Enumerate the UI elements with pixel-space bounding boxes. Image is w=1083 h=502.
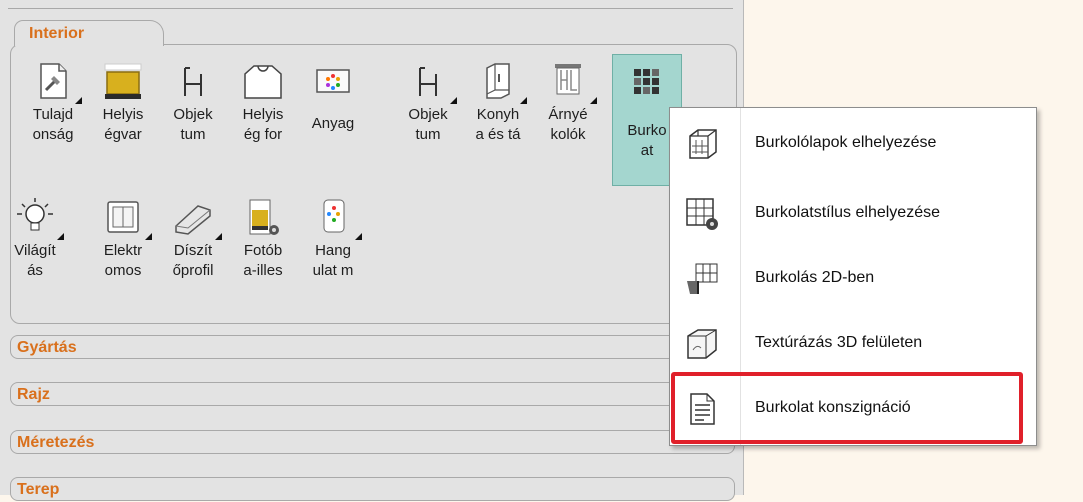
menu-item-tiling-2d[interactable]: Burkolás 2D-ben [670,248,1036,308]
tool-label: Helyis égvar [102,106,144,143]
molding-profile-icon [172,196,222,240]
tool-room-shape[interactable]: Helyis ég for [228,54,298,144]
tile-style-gear-icon [684,196,720,232]
tool-material[interactable]: Anyag [298,54,368,144]
section-terep[interactable]: Terep [10,477,735,501]
panel-top-border [8,0,733,9]
electric-switch-icon [102,196,152,240]
kitchen-cabinet-icon [477,60,527,104]
tool-room-wall[interactable]: Helyis égvar [88,54,158,144]
menu-item-label: Burkolás 2D-ben [755,269,875,286]
window-shade-icon [547,60,597,104]
tool-electric[interactable]: Elektr omos [88,190,158,280]
tool-object[interactable]: Objek tum [158,54,228,144]
chair-object-icon [172,60,214,102]
tool-mood[interactable]: Hang ulat m [298,190,368,280]
photo-fit-icon [242,196,284,238]
mood-icon [312,196,362,240]
room-wall-icon [102,60,144,102]
menu-item-label: Burkolatstílus elhelyezése [755,204,940,221]
tool-shading[interactable]: Árnyé kolók [533,54,603,144]
properties-icon [32,60,82,104]
menu-item-label: Burkolólapok elhelyezése [755,134,937,151]
tool-label: Helyis ég for [242,106,284,143]
tool-label: Hang ulat m [312,242,354,279]
section-rajz[interactable]: Rajz [10,382,735,406]
tool-kitchen[interactable]: Konyh a és tá [463,54,533,144]
tool-lighting[interactable]: Világít ás [0,190,70,280]
room-shape-icon [242,60,284,102]
tool-label: Díszít őprofil [172,242,214,279]
tool-label: Tulajd onság [32,106,74,143]
tool-label: Anyag [311,115,355,132]
tool-label: Világít ás [14,242,56,279]
tab-interior[interactable]: Interior [14,20,164,46]
menu-item-texture-3d[interactable]: Textúrázás 3D felületen [670,313,1036,373]
texture-3d-icon [684,326,720,362]
tool-photo-fit[interactable]: Fotób a-illes [228,190,298,280]
tool-panel: Interior Tulajd onság Helyis égvar Objek… [0,0,744,501]
tool-label: Objek tum [173,106,213,143]
tile-grid-icon [626,61,668,103]
tool-label: Fotób a-illes [243,242,283,279]
light-bulb-icon [14,196,64,240]
tile-cube-icon [684,126,720,162]
material-icon [312,60,354,102]
menu-item-place-tiles[interactable]: Burkolólapok elhelyezése [670,113,1036,173]
menu-item-place-tile-style[interactable]: Burkolatstílus elhelyezése [670,183,1036,243]
menu-item-label: Textúrázás 3D felületen [755,334,923,351]
tool-label: Burko at [627,122,667,159]
tile-2d-icon [684,261,720,297]
tool-molding[interactable]: Díszít őprofil [158,190,228,280]
section-gyartas[interactable]: Gyártás [10,335,735,359]
tool-label: Objek tum [408,106,448,143]
tool-label: Konyh a és tá [475,106,521,143]
tool-label: Árnyé kolók [548,106,588,143]
tool-label: Elektr omos [103,242,143,279]
chair-object-icon [407,60,457,104]
tool-object-2[interactable]: Objek tum [393,54,463,144]
highlight-frame [671,372,1023,444]
section-meretezes[interactable]: Méretezés [10,430,735,454]
tool-properties[interactable]: Tulajd onság [18,54,88,144]
